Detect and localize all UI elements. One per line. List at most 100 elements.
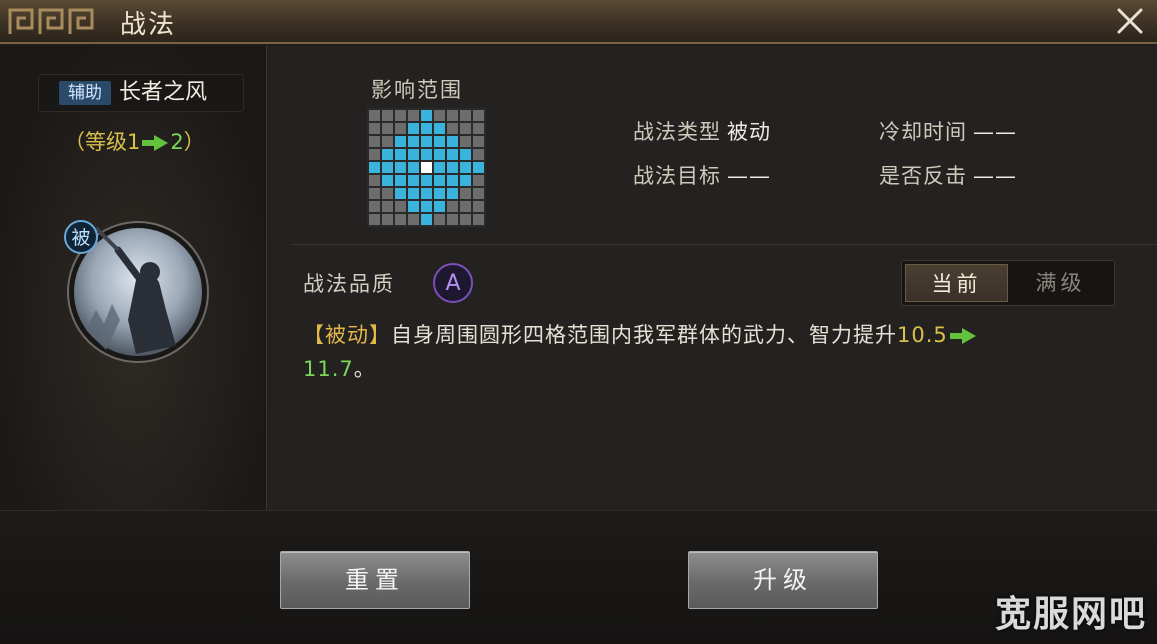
range-cell: [395, 214, 406, 225]
info-target-value: ——: [727, 164, 771, 188]
title-ornament-icon: [8, 8, 94, 34]
range-cell: [382, 123, 393, 134]
range-cell: [408, 110, 419, 121]
range-cell-active: [447, 136, 458, 147]
range-cell-active: [395, 149, 406, 160]
range-cell-active: [447, 188, 458, 199]
range-cell-active: [460, 162, 471, 173]
skill-name-box: 辅助 长者之风: [38, 74, 244, 112]
passive-badge: 被: [64, 220, 98, 254]
level-suffix: ）: [183, 130, 205, 154]
skill-level: （等级1 2）: [64, 126, 205, 156]
divider: [291, 244, 1157, 245]
watermark: 宽服网吧: [994, 594, 1147, 635]
range-cell-active: [447, 149, 458, 160]
range-cell-active: [434, 123, 445, 134]
range-cell: [395, 110, 406, 121]
range-cell: [473, 188, 484, 199]
info-type-label: 战法类型: [633, 120, 721, 144]
action-bar: 重置 升级: [0, 510, 1157, 644]
range-cell-active: [460, 149, 471, 160]
description-to-value: 11.7: [303, 357, 354, 381]
range-cell: [473, 214, 484, 225]
range-cell-active: [434, 136, 445, 147]
range-cell: [382, 188, 393, 199]
info-type-value: 被动: [727, 120, 771, 144]
range-cell-active: [421, 123, 432, 134]
range-cell-active: [421, 214, 432, 225]
range-cell: [460, 110, 471, 121]
close-icon[interactable]: [1113, 4, 1147, 38]
range-cell-active: [382, 175, 393, 186]
range-cell: [434, 214, 445, 225]
level-prefix: （等级1: [64, 130, 141, 154]
range-cell: [473, 201, 484, 212]
range-cell-active: [408, 188, 419, 199]
info-cooldown: 冷却时间 ——: [879, 116, 1017, 146]
skill-name: 长者之风: [119, 80, 208, 105]
info-type: 战法类型 被动: [633, 116, 771, 146]
range-cell-active: [408, 123, 419, 134]
range-cell: [382, 136, 393, 147]
range-cell-active: [434, 162, 445, 173]
range-cell-active: [421, 110, 432, 121]
range-cell-active: [408, 175, 419, 186]
info-counter-value: ——: [973, 164, 1017, 188]
range-cell-active: [434, 201, 445, 212]
range-cell: [473, 175, 484, 186]
info-cooldown-value: ——: [973, 120, 1017, 144]
range-cell-active: [408, 149, 419, 160]
range-cell-active: [395, 175, 406, 186]
range-cell-active: [395, 162, 406, 173]
range-cell-active: [434, 175, 445, 186]
range-cell: [460, 136, 471, 147]
range-cell: [395, 201, 406, 212]
window-title: 战法: [120, 10, 177, 40]
range-cell: [473, 149, 484, 160]
range-cell-active: [447, 175, 458, 186]
range-cell: [382, 214, 393, 225]
title-bar: 战法: [0, 0, 1157, 44]
range-cell-active: [421, 149, 432, 160]
range-cell-active: [369, 162, 380, 173]
range-cell-active: [421, 188, 432, 199]
skill-summary-panel: 辅助 长者之风 （等级1 2） 被: [0, 46, 267, 510]
range-cell-active: [395, 136, 406, 147]
range-cell-active: [421, 175, 432, 186]
description-text: 自身周围圆形四格范围内我军群体的武力、智力提升: [391, 323, 897, 347]
range-cell-active: [395, 188, 406, 199]
description-tag: 【被动】: [303, 323, 391, 347]
range-label: 影响范围: [371, 78, 463, 102]
range-cell: [382, 110, 393, 121]
toggle-max-level[interactable]: 满级: [1010, 264, 1111, 302]
range-cell: [447, 201, 458, 212]
info-cooldown-label: 冷却时间: [879, 120, 967, 144]
range-cell: [460, 214, 471, 225]
range-cell: [473, 123, 484, 134]
range-cell-active: [382, 162, 393, 173]
description-from-value: 10.5: [897, 323, 948, 347]
reset-button[interactable]: 重置: [280, 551, 470, 609]
info-counter-label: 是否反击: [879, 164, 967, 188]
range-cell: [369, 136, 380, 147]
upgrade-button[interactable]: 升级: [688, 551, 878, 609]
range-cell: [369, 214, 380, 225]
range-cell-active: [408, 136, 419, 147]
range-center-cell: [421, 162, 432, 173]
skill-description: 【被动】自身周围圆形四格范围内我军群体的武力、智力提升10.5 11.7。: [303, 318, 1113, 386]
range-cell-active: [447, 162, 458, 173]
toggle-current[interactable]: 当前: [905, 264, 1008, 302]
range-cell: [447, 123, 458, 134]
range-cell: [369, 123, 380, 134]
range-cell: [369, 188, 380, 199]
range-cell: [369, 175, 380, 186]
info-target: 战法目标 ——: [633, 160, 771, 190]
upgrade-arrow-icon: [142, 135, 169, 151]
range-cell-active: [434, 188, 445, 199]
info-target-label: 战法目标: [633, 164, 721, 188]
value-arrow-icon: [949, 328, 976, 344]
range-cell-active: [408, 162, 419, 173]
range-cell: [408, 214, 419, 225]
range-cell: [434, 110, 445, 121]
skill-type-tag: 辅助: [59, 81, 111, 105]
